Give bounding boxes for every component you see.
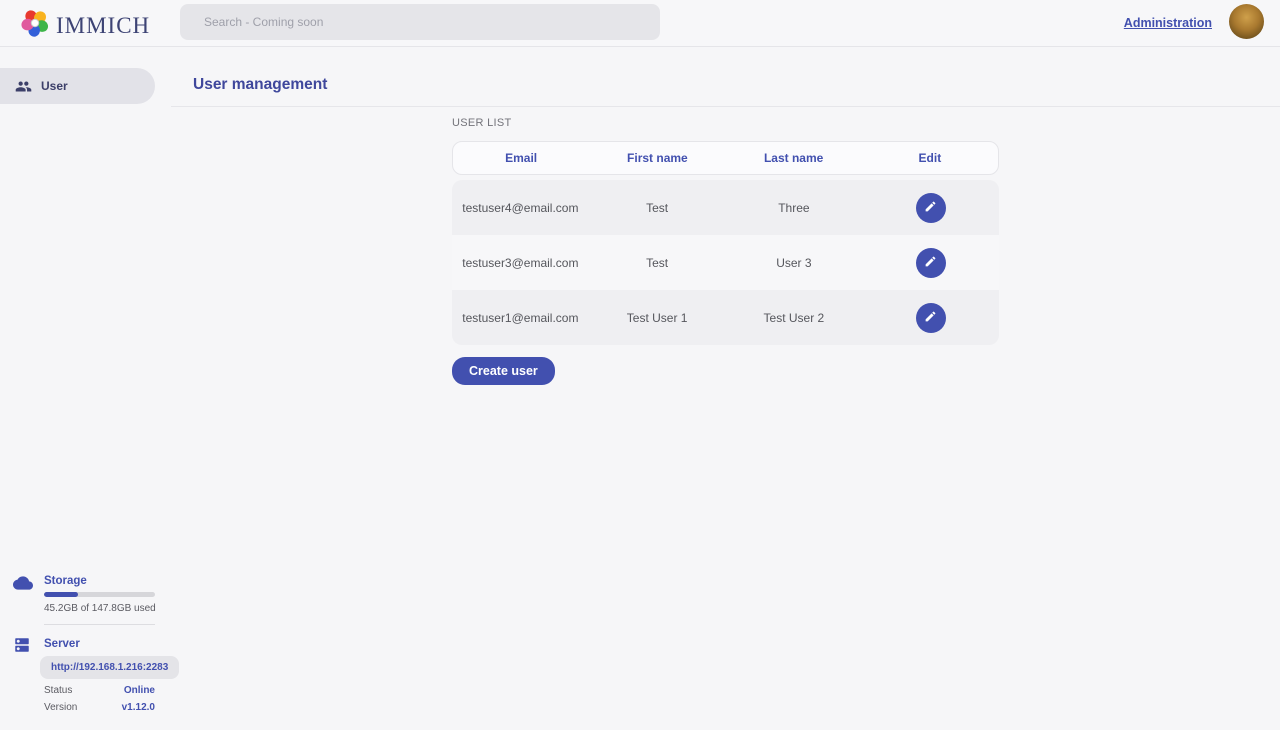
user-table-body: testuser4@email.com Test Three testuser3… — [452, 180, 999, 345]
server-version-row: Version v1.12.0 — [44, 702, 155, 713]
server-icon — [13, 636, 31, 659]
sidebar-item-user[interactable]: User — [0, 68, 155, 104]
table-row: testuser4@email.com Test Three — [452, 180, 999, 235]
app-logo: IMMICH — [20, 8, 150, 43]
search-input[interactable] — [180, 4, 660, 40]
server-status-row: Status Online — [44, 685, 155, 696]
status-value: Online — [124, 685, 155, 696]
storage-usage-text: 45.2GB of 147.8GB used — [44, 603, 156, 614]
cell-first-name: Test — [589, 201, 726, 215]
cell-first-name: Test User 1 — [589, 311, 726, 325]
cell-last-name: Test User 2 — [726, 311, 863, 325]
page-title: User management — [193, 76, 327, 94]
user-table-header: Email First name Last name Edit — [452, 141, 999, 175]
server-url-badge: http://192.168.1.216:2283 — [40, 656, 179, 679]
status-label: Status — [44, 685, 72, 696]
users-icon — [15, 78, 32, 95]
title-divider — [171, 106, 1280, 107]
edit-user-button[interactable] — [916, 303, 946, 333]
cell-last-name: User 3 — [726, 256, 863, 270]
user-avatar[interactable] — [1229, 4, 1264, 39]
cell-email: testuser4@email.com — [452, 201, 589, 215]
immich-flower-icon — [20, 8, 50, 43]
cell-first-name: Test — [589, 256, 726, 270]
cloud-icon — [13, 573, 33, 598]
column-header-first-name: First name — [589, 151, 725, 165]
column-header-email: Email — [453, 151, 589, 165]
edit-user-button[interactable] — [916, 193, 946, 223]
pencil-icon — [924, 255, 937, 271]
top-bar: IMMICH Administration — [0, 0, 1280, 47]
pencil-icon — [924, 310, 937, 326]
table-row: testuser1@email.com Test User 1 Test Use… — [452, 290, 999, 345]
storage-progress-fill — [44, 592, 78, 597]
server-title: Server — [44, 638, 80, 650]
storage-progress-bar — [44, 592, 155, 597]
cell-email: testuser3@email.com — [452, 256, 589, 270]
cell-email: testuser1@email.com — [452, 311, 589, 325]
administration-link[interactable]: Administration — [1124, 16, 1212, 30]
column-header-last-name: Last name — [726, 151, 862, 165]
app-title: IMMICH — [56, 13, 150, 39]
create-user-button[interactable]: Create user — [452, 357, 555, 385]
column-header-edit: Edit — [862, 151, 998, 165]
edit-user-button[interactable] — [916, 248, 946, 278]
version-value: v1.12.0 — [122, 702, 155, 713]
storage-title: Storage — [44, 575, 87, 587]
table-row: testuser3@email.com Test User 3 — [452, 235, 999, 290]
sidebar-item-label: User — [41, 79, 68, 93]
user-list-label: USER LIST — [452, 117, 512, 129]
cell-last-name: Three — [726, 201, 863, 215]
pencil-icon — [924, 200, 937, 216]
version-label: Version — [44, 702, 77, 713]
sidebar-divider — [44, 624, 155, 625]
